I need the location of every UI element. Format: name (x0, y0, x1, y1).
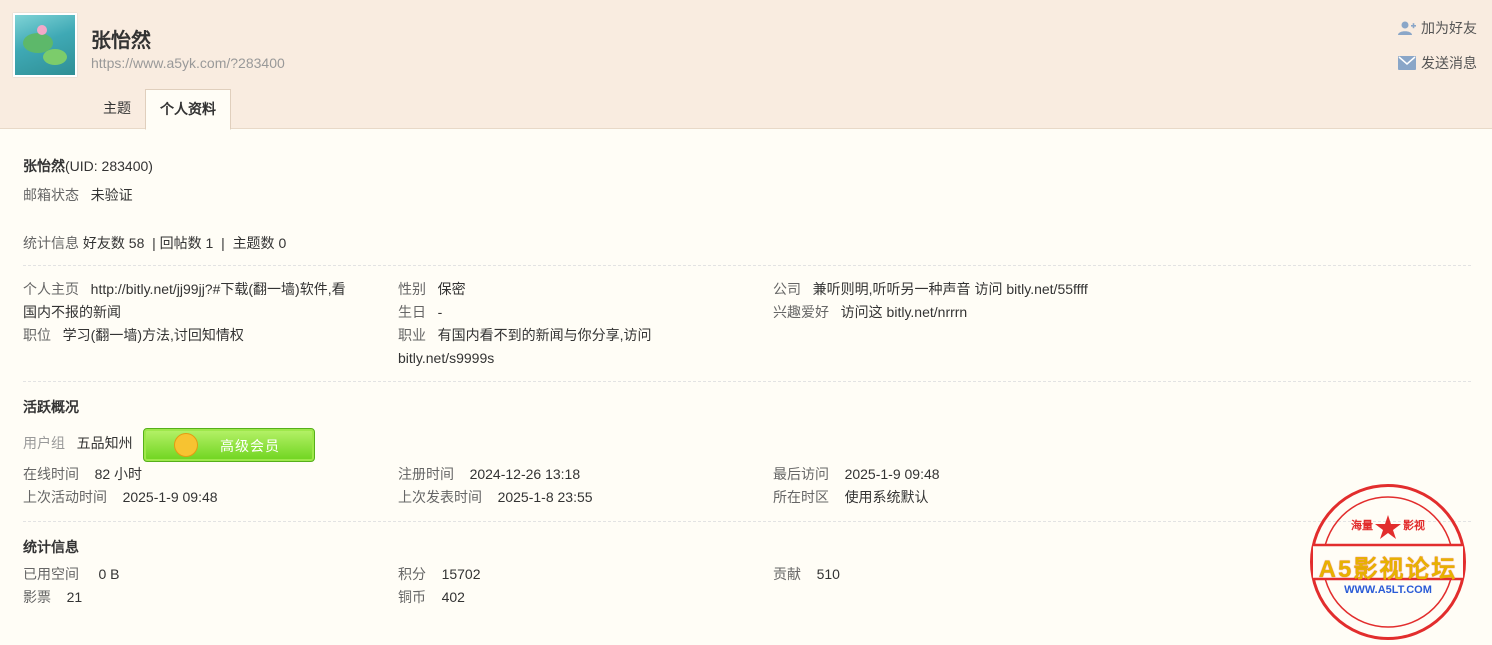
last-visit-value: 2025-1-9 09:48 (844, 466, 940, 482)
stamp-main-text: A5影视论坛 (1318, 556, 1458, 583)
activity-column-1: 在线时间 82 小时 上次活动时间 2025-1-9 09:48 (23, 463, 218, 509)
member-badge-text: 高级会员 (220, 438, 280, 454)
homepage-label: 个人主页 (23, 281, 79, 297)
tickets-label: 影票 (23, 589, 51, 605)
stats-summary-label: 统计信息 (23, 235, 79, 251)
stats-column-3: 贡献 510 (773, 563, 840, 586)
avatar[interactable] (13, 13, 77, 77)
stats-summary-line: 统计信息 好友数 58 | 回帖数 1 | 主题数 0 (23, 235, 287, 251)
space-value: 0 B (98, 566, 120, 582)
add-friend-label: 加为好友 (1421, 20, 1477, 36)
gender-label: 性别 (398, 281, 426, 297)
divider (23, 265, 1471, 266)
email-status-label: 邮箱状态 (23, 187, 79, 203)
profile-username: 张怡然 (91, 30, 151, 52)
stamp-top-right-text: 影视 (1403, 520, 1425, 532)
details-column-3: 公司 兼听则明,听听另一种声音 访问 bitly.net/55ffff 兴趣爱好… (773, 278, 1193, 324)
usergroup-label: 用户组 (23, 435, 65, 451)
timezone-value: 使用系统默认 (844, 489, 929, 505)
forum-watermark-stamp: 海量 影视 A5影视论坛 WWW.A5LT.COM (1291, 484, 1485, 640)
friends-count-link[interactable]: 好友数 58 (83, 235, 144, 251)
stamp-url-text: WWW.A5LT.COM (1344, 584, 1432, 596)
email-status-line: 邮箱状态 未验证 (23, 185, 133, 205)
points-value: 15702 (441, 566, 481, 582)
stamp-top-left-text: 海量 (1351, 520, 1373, 532)
copper-label: 铜币 (398, 589, 426, 605)
activity-title: 活跃概况 (23, 399, 79, 415)
usergroup-line: 用户组 五品知州 (23, 433, 133, 453)
tab-profile[interactable]: 个人资料 (145, 89, 231, 130)
profile-name-line: 张怡然(UID: 283400) (23, 156, 153, 176)
send-message-button[interactable]: 发送消息 (1398, 53, 1477, 73)
profile-uid: (UID: 283400) (65, 158, 153, 174)
contrib-value: 510 (816, 566, 840, 582)
contrib-label: 贡献 (773, 566, 801, 582)
position-value: 学习(翻一墙)方法,讨回知情权 (62, 327, 244, 343)
copper-value: 402 (441, 589, 465, 605)
homepage-value[interactable]: http://bitly.net/jj99jj?#下载(翻一墙)软件,看 (91, 281, 346, 297)
stats-column-2: 积分 15702 铜币 402 (398, 563, 481, 609)
space-label: 已用空间 (23, 566, 79, 582)
last-post-label: 上次发表时间 (398, 489, 482, 505)
profile-name: 张怡然 (23, 158, 65, 174)
activity-column-2: 注册时间 2024-12-26 13:18 上次发表时间 2025-1-8 23… (398, 463, 593, 509)
position-label: 职位 (23, 327, 51, 343)
gender-value: 保密 (437, 281, 466, 297)
register-time-value: 2024-12-26 13:18 (469, 466, 581, 482)
last-post-value: 2025-1-8 23:55 (497, 489, 593, 505)
occupation-label: 职业 (398, 327, 426, 343)
add-user-icon (1398, 21, 1416, 35)
occupation-value-cont: bitly.net/s9999s (398, 350, 495, 366)
usergroup-value[interactable]: 五品知州 (77, 435, 133, 451)
stats-column-1: 已用空间 0 B 影票 21 (23, 563, 119, 609)
online-time-label: 在线时间 (23, 466, 79, 482)
last-active-label: 上次活动时间 (23, 489, 107, 505)
tab-topics[interactable]: 主题 (89, 89, 145, 127)
last-visit-label: 最后访问 (773, 466, 829, 482)
member-badge: 高级会员 (143, 428, 315, 462)
online-time-value: 82 小时 (94, 466, 143, 482)
birthday-value: - (437, 304, 443, 320)
hobby-value: 访问这 bitly.net/nrrrn (840, 304, 968, 320)
divider (23, 381, 1471, 382)
profile-header: 张怡然 https://www.a5yk.com/?283400 加为好友 发送… (0, 0, 1492, 130)
occupation-value: 有国内看不到的新闻与你分享,访问 (437, 327, 652, 343)
divider (23, 521, 1471, 522)
birthday-label: 生日 (398, 304, 426, 320)
activity-column-3: 最后访问 2025-1-9 09:48 所在时区 使用系统默认 (773, 463, 940, 509)
smiley-icon (174, 433, 198, 457)
mail-icon (1398, 56, 1416, 70)
hobby-label: 兴趣爱好 (773, 304, 829, 320)
last-active-value: 2025-1-9 09:48 (122, 489, 218, 505)
details-column-1: 个人主页 http://bitly.net/jj99jj?#下载(翻一墙)软件,… (23, 278, 388, 347)
details-column-2: 性别 保密 生日 - 职业 有国内看不到的新闻与你分享,访问 bitly.net… (398, 278, 758, 370)
timezone-label: 所在时区 (773, 489, 829, 505)
homepage-value-cont: 国内不报的新闻 (23, 304, 121, 320)
replies-count-link[interactable]: 回帖数 1 (160, 235, 214, 251)
topics-count-link[interactable]: 主题数 0 (233, 235, 287, 251)
add-friend-button[interactable]: 加为好友 (1398, 18, 1477, 38)
send-message-label: 发送消息 (1421, 55, 1477, 71)
company-value: 兼听则明,听听另一种声音 访问 bitly.net/55ffff (812, 281, 1088, 297)
profile-tabs: 主题 个人资料 (89, 89, 231, 130)
profile-url[interactable]: https://www.a5yk.com/?283400 (91, 55, 285, 71)
stats-title: 统计信息 (23, 539, 79, 555)
register-time-label: 注册时间 (398, 466, 454, 482)
company-label: 公司 (773, 281, 801, 297)
tickets-value: 21 (66, 589, 83, 605)
points-label: 积分 (398, 566, 426, 582)
email-status-value: 未验证 (90, 187, 133, 203)
